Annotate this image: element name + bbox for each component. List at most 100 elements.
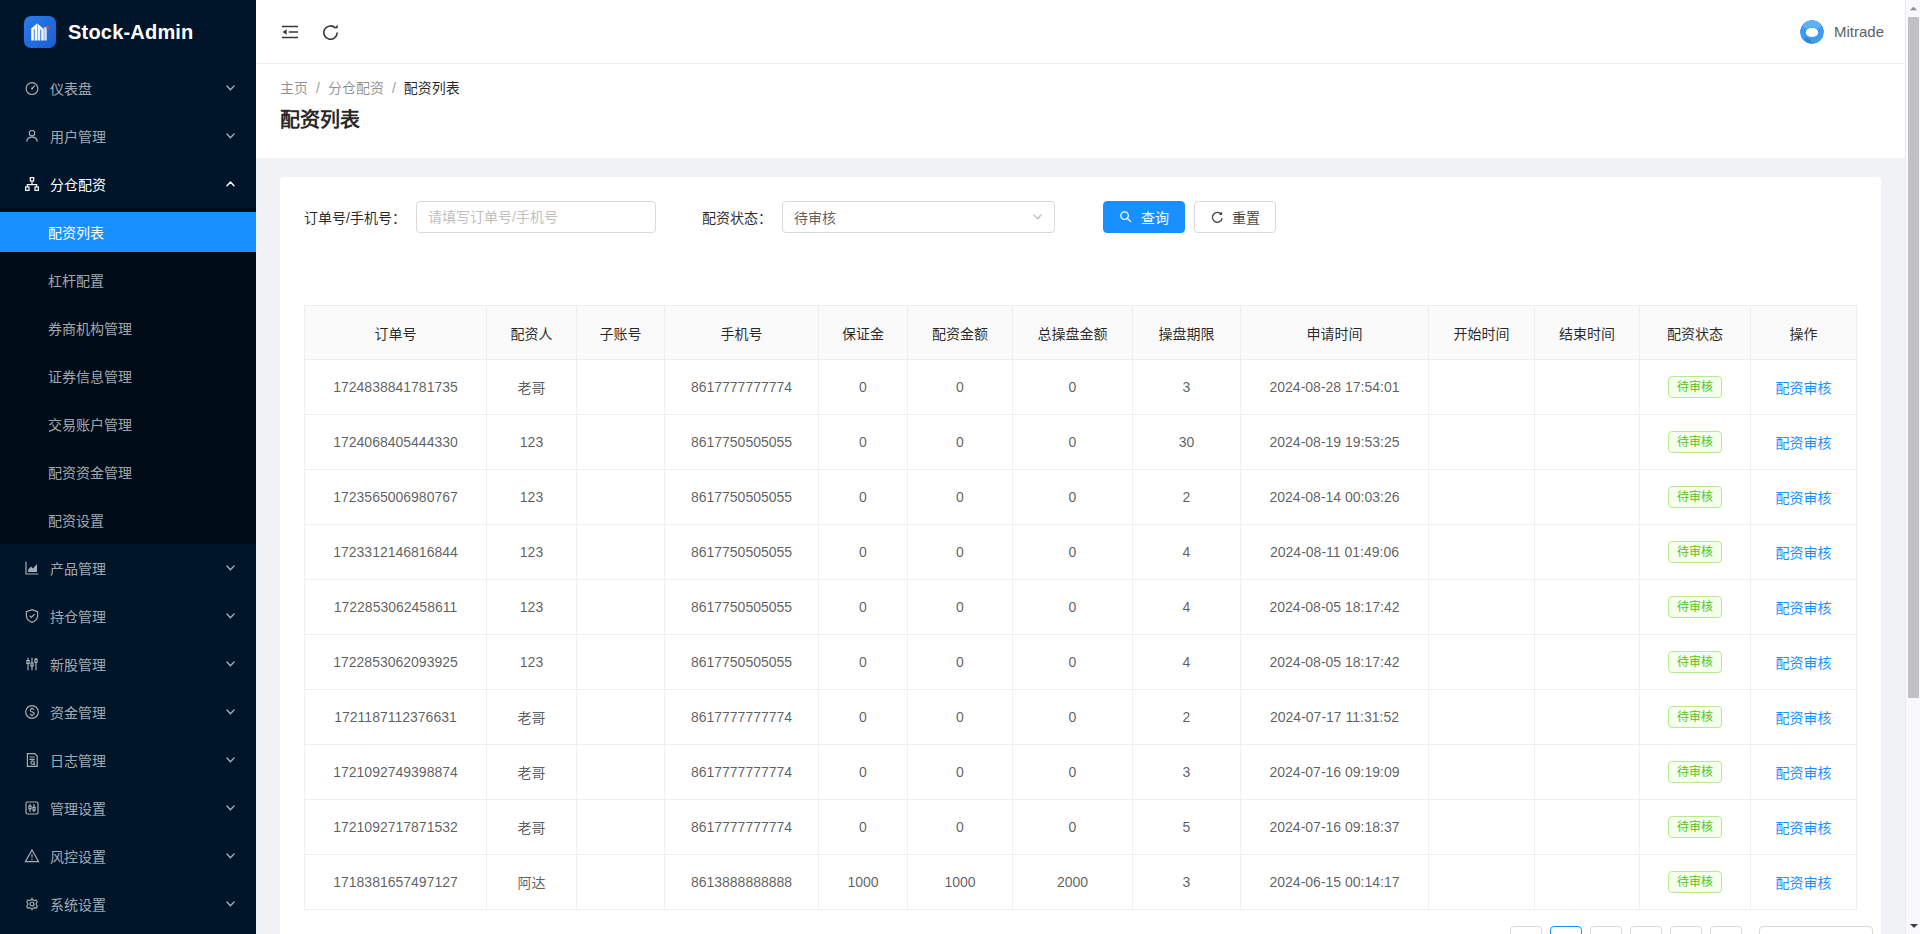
cell-配资人: 阿达 [487,855,577,910]
submenu-item-交易账户管理[interactable]: 交易账户管理 [0,404,256,444]
submenu-item-配资设置[interactable]: 配资设置 [0,500,256,540]
cell-操作: 配资审核 [1751,470,1857,525]
cell-结束时间 [1535,745,1640,800]
submenu-item-配资资金管理[interactable]: 配资资金管理 [0,452,256,492]
review-action-link[interactable]: 配资审核 [1776,435,1832,451]
menu-fold-icon[interactable] [280,22,300,42]
status-badge: 待审核 [1668,651,1722,673]
cell-保证金: 0 [819,580,908,635]
status-select-value: 待审核 [794,207,836,227]
scrollbar-up-arrow-icon[interactable] [1906,0,1920,17]
chevron-down-icon [225,851,236,862]
cell-操作: 配资审核 [1751,800,1857,855]
cell-开始时间 [1429,800,1535,855]
reload-icon[interactable] [320,22,340,42]
review-action-link[interactable]: 配资审核 [1776,380,1832,396]
sidebar-item-仪表盘[interactable]: 仪表盘 [0,68,256,108]
review-action-link[interactable]: 配资审核 [1776,655,1832,671]
cell-配资人: 123 [487,415,577,470]
cell-配资人: 123 [487,580,577,635]
cell-配资金额: 0 [908,580,1013,635]
pagination-page-4[interactable]: 4 [1670,926,1702,934]
status-badge: 待审核 [1668,596,1722,618]
status-badge: 待审核 [1668,761,1722,783]
review-action-link[interactable]: 配资审核 [1776,490,1832,506]
sidebar-item-风控设置[interactable]: 风控设置 [0,836,256,876]
review-action-link[interactable]: 配资审核 [1776,710,1832,726]
cell-保证金: 1000 [819,855,908,910]
cell-操盘期限: 4 [1133,580,1241,635]
cell-手机号: 8617777777774 [665,800,819,855]
pagination-page-2[interactable]: 2 [1590,926,1622,934]
username: Mitrade [1834,23,1884,40]
review-action-link[interactable]: 配资审核 [1776,875,1832,891]
table-row: 1718381657497127阿达8613888888888100010002… [305,855,1857,910]
cell-开始时间 [1429,525,1535,580]
cell-子账号 [577,800,665,855]
column-header-操盘期限: 操盘期限 [1133,306,1241,360]
order-search-input[interactable] [416,201,656,233]
scrollbar-down-arrow-icon[interactable] [1906,917,1920,934]
page-size-select[interactable]: 10 条/页 [1759,926,1873,934]
submenu-item-配资列表[interactable]: 配资列表 [0,212,256,252]
column-header-订单号: 订单号 [305,306,487,360]
cell-配资金额: 0 [908,470,1013,525]
review-action-link[interactable]: 配资审核 [1776,600,1832,616]
pagination-page-3[interactable]: 3 [1630,926,1662,934]
reset-button[interactable]: 重置 [1194,201,1276,233]
breadcrumb-item[interactable]: 主页 [280,77,308,99]
search-icon [1119,210,1133,224]
sidebar-item-管理设置[interactable]: 管理设置 [0,788,256,828]
cell-申请时间: 2024-08-05 18:17:42 [1241,580,1429,635]
sidebar-item-label: 风控设置 [50,846,106,866]
cell-结束时间 [1535,525,1640,580]
area-chart-icon [24,560,40,576]
user-menu[interactable]: Mitrade [1800,20,1884,44]
sidebar-item-日志管理[interactable]: 日志管理 [0,740,256,780]
cell-结束时间 [1535,800,1640,855]
sidebar-item-分仓配资[interactable]: 分仓配资 [0,164,256,204]
cell-配资状态: 待审核 [1640,690,1751,745]
status-select[interactable]: 待审核 [782,201,1055,233]
sidebar-item-产品管理[interactable]: 产品管理 [0,548,256,588]
pagination-page-1[interactable]: 1 [1550,926,1582,934]
breadcrumb-item[interactable]: 分仓配资 [328,77,384,99]
pagination-prev-button[interactable] [1510,926,1542,934]
submenu-item-券商机构管理[interactable]: 券商机构管理 [0,308,256,348]
cell-结束时间 [1535,690,1640,745]
cell-开始时间 [1429,635,1535,690]
submenu-item-杠杆配置[interactable]: 杠杆配置 [0,260,256,300]
sidebar-item-用户管理[interactable]: 用户管理 [0,116,256,156]
review-action-link[interactable]: 配资审核 [1776,545,1832,561]
cell-配资状态: 待审核 [1640,360,1751,415]
sidebar-item-持仓管理[interactable]: 持仓管理 [0,596,256,636]
sidebar-menu: 仪表盘用户管理分仓配资配资列表杠杆配置券商机构管理证券信息管理交易账户管理配资资… [0,64,256,928]
table-row: 1724068405444330123861775050505500030202… [305,415,1857,470]
cell-手机号: 8617777777774 [665,360,819,415]
review-action-link[interactable]: 配资审核 [1776,765,1832,781]
control-icon [24,800,40,816]
cell-结束时间 [1535,580,1640,635]
pagination-next-button[interactable] [1710,926,1742,934]
search-button[interactable]: 查询 [1103,201,1185,233]
sidebar-item-系统设置[interactable]: 系统设置 [0,884,256,924]
review-action-link[interactable]: 配资审核 [1776,820,1832,836]
cell-操盘期限: 5 [1133,800,1241,855]
sidebar-item-新股管理[interactable]: 新股管理 [0,644,256,684]
cell-开始时间 [1429,690,1535,745]
chevron-up-icon [225,179,236,190]
cell-手机号: 8617750505055 [665,470,819,525]
submenu-item-证券信息管理[interactable]: 证券信息管理 [0,356,256,396]
page-scrollbar[interactable] [1905,0,1920,934]
dollar-icon [24,704,40,720]
cell-订单号: 1723312146816844 [305,525,487,580]
cell-操盘期限: 4 [1133,525,1241,580]
card: 订单号/手机号： 配资状态： 待审核 查询 [280,177,1881,934]
logo-row[interactable]: Stock-Admin [0,0,256,64]
cell-手机号: 8617750505055 [665,635,819,690]
scrollbar-thumb[interactable] [1908,17,1919,698]
redo-icon [1210,210,1224,224]
app-title: Stock-Admin [68,21,194,44]
sidebar-item-资金管理[interactable]: 资金管理 [0,692,256,732]
cell-总操盘金额: 0 [1013,635,1133,690]
